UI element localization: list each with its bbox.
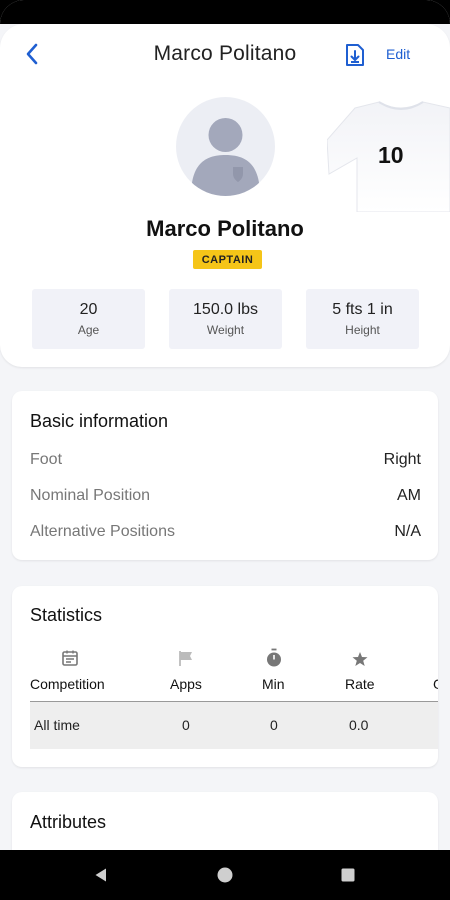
info-row-alternative-positions: Alternative Positions N/A <box>30 523 421 541</box>
info-key: Foot <box>30 451 63 468</box>
card-title: Basic information <box>30 411 169 431</box>
player-name: Marco Politano <box>146 216 304 241</box>
column-header-competition: Competition <box>30 676 105 692</box>
stat-age: 20 Age <box>32 289 145 349</box>
screen: Marco Politano Edit 10 Marco Politano CA… <box>0 0 450 900</box>
recents-nav-button[interactable] <box>338 865 358 885</box>
basic-info-card: Basic information Foot Right Nominal Pos… <box>12 391 438 560</box>
stat-value: 150.0 lbs <box>193 301 258 318</box>
edit-button[interactable]: Edit <box>386 46 410 62</box>
flag-icon <box>176 648 196 668</box>
cell-apps: 0 <box>182 717 190 733</box>
home-nav-button[interactable] <box>215 865 235 885</box>
jersey-number: 10 <box>378 142 404 168</box>
stat-height: 5 fts 1 in Height <box>306 289 419 349</box>
info-value: AM <box>397 487 421 504</box>
page-title: Marco Politano <box>153 42 297 65</box>
column-header-min: Min <box>262 676 285 692</box>
info-row-nominal-position: Nominal Position AM <box>30 487 421 505</box>
info-key: Nominal Position <box>30 487 151 504</box>
column-header-apps: Apps <box>170 676 202 692</box>
info-key: Alternative Positions <box>30 523 175 540</box>
star-icon <box>350 649 370 669</box>
stat-value: 5 fts 1 in <box>332 301 393 318</box>
column-header-rate: Rate <box>345 676 375 692</box>
calendar-icon <box>60 648 80 668</box>
cell-min: 0 <box>270 717 278 733</box>
stat-value: 20 <box>79 301 98 318</box>
stopwatch-icon <box>264 648 284 668</box>
export-button[interactable] <box>343 42 367 68</box>
stat-label: Height <box>345 323 380 337</box>
back-nav-button[interactable] <box>91 865 111 885</box>
avatar <box>176 97 275 196</box>
circle-home-icon <box>217 867 233 883</box>
card-title: Attributes <box>30 812 107 832</box>
stat-weight: 150.0 lbs Weight <box>169 289 282 349</box>
status-bar <box>0 0 450 24</box>
card-title: Statistics <box>30 605 103 625</box>
table-row <box>30 701 438 749</box>
stat-label: Age <box>77 323 100 337</box>
column-header-g: G <box>433 676 438 692</box>
captain-badge: CAPTAIN <box>193 250 262 269</box>
square-recents-icon <box>341 868 355 882</box>
info-value: Right <box>383 451 421 468</box>
person-placeholder-icon <box>191 118 260 196</box>
stat-label: Weight <box>206 323 245 337</box>
info-value: N/A <box>394 523 421 540</box>
file-download-icon <box>346 44 364 66</box>
info-row-foot: Foot Right <box>30 451 421 469</box>
cell-competition: All time <box>34 717 80 733</box>
triangle-back-icon <box>95 868 106 882</box>
cell-rate: 0.0 <box>349 717 369 733</box>
